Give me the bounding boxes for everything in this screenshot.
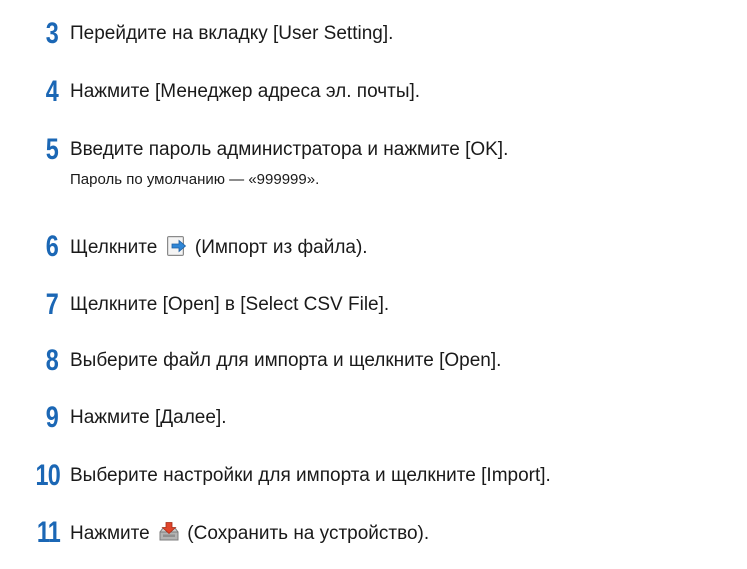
step-note: Пароль по умолчанию — «999999». [70,171,320,188]
step-number: 3 [45,17,59,50]
step-text: Щелкните (Импорт из файла). [70,235,368,260]
step-text: Нажмите [Далее]. [70,406,227,430]
step-11: 11 Нажмите (Сохранить на устройство). [0,513,747,553]
save-to-device-icon [158,521,180,543]
step-text: Введите пароль администратора и нажмите … [70,138,508,162]
step-10: 10 Выберите настройки для импорта и щелк… [0,456,747,496]
step-8: 8 Выберите файл для импорта и щелкните [… [0,341,747,381]
step-text-content: Перейдите на вкладку [User Setting]. [70,23,394,44]
step-text: Выберите файл для импорта и щелкните [Op… [70,349,501,373]
step-text: Перейдите на вкладку [User Setting]. [70,22,393,46]
step-text-content: Выберите файл для импорта и щелкните [Op… [70,350,502,371]
step-6: 6 Щелкните (Импорт из файла). [0,227,747,267]
step-text-suffix: (Сохранить на устройство). [187,523,430,544]
step-text: Щелкните [Open] в [Select CSV File]. [70,293,389,317]
step-text-content: Щелкните [70,237,158,258]
step-number: 5 [45,133,59,166]
step-text-content: Щелкните [Open] в [Select CSV File]. [70,294,390,315]
step-9: 9 Нажмите [Далее]. [0,398,747,438]
step-text: Нажмите [Менеджер адреса эл. почты]. [70,80,420,104]
step-text-content: Нажмите [Далее]. [70,407,227,428]
step-text: Нажмите (Сохранить на устройство). [70,521,429,546]
step-5: 5 Введите пароль администратора и нажмит… [0,130,747,188]
step-3: 3 Перейдите на вкладку [User Setting]. [0,14,747,54]
step-number: 4 [45,75,59,108]
step-text-content: Нажмите [Менеджер адреса эл. почты]. [70,81,421,102]
step-number: 7 [45,288,59,321]
step-number: 8 [45,344,59,377]
step-7: 7 Щелкните [Open] в [Select CSV File]. [0,285,747,325]
step-number: 10 [35,459,61,492]
step-4: 4 Нажмите [Менеджер адреса эл. почты]. [0,72,747,112]
step-text-content: Выберите настройки для импорта и щелкнит… [70,465,551,486]
step-text-suffix: (Импорт из файла). [194,237,368,258]
step-number: 11 [36,516,61,549]
import-from-file-icon [166,235,188,257]
step-text-content: Введите пароль администратора и нажмите … [70,139,509,160]
step-number: 6 [45,230,59,263]
step-text-content: Нажмите [70,523,150,544]
step-text: Выберите настройки для импорта и щелкнит… [70,464,551,488]
step-number: 9 [45,401,59,434]
